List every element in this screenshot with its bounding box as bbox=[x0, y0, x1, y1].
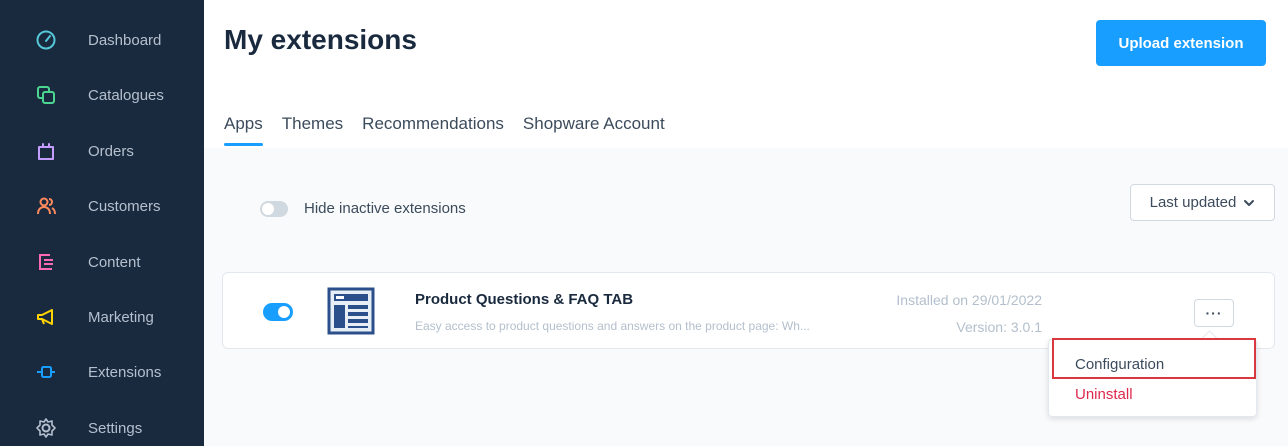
settings-icon bbox=[35, 417, 57, 439]
dashboard-icon bbox=[35, 29, 57, 51]
hide-inactive-switch[interactable] bbox=[260, 200, 288, 217]
sidebar-item-label: Marketing bbox=[88, 308, 154, 326]
tab-themes[interactable]: Themes bbox=[282, 114, 343, 146]
tab-bar: Apps Themes Recommendations Shopware Acc… bbox=[224, 114, 684, 148]
tab-apps[interactable]: Apps bbox=[224, 114, 263, 146]
chevron-down-icon bbox=[1243, 197, 1255, 209]
extension-active-switch[interactable] bbox=[263, 303, 293, 321]
upload-extension-button[interactable]: Upload extension bbox=[1096, 20, 1266, 66]
hide-inactive-label: Hide inactive extensions bbox=[304, 200, 466, 217]
sidebar-item-label: Settings bbox=[88, 419, 143, 437]
sidebar-item-orders[interactable]: Orders bbox=[0, 131, 204, 171]
orders-icon bbox=[35, 140, 57, 162]
sort-select-value: Last updated bbox=[1149, 194, 1237, 211]
catalogues-icon bbox=[35, 84, 57, 106]
sidebar-item-settings[interactable]: Settings bbox=[0, 408, 204, 446]
main-content: My extensions Upload extension Apps Them… bbox=[204, 0, 1288, 446]
sidebar: Dashboard Catalogues Orders Customers Co… bbox=[0, 0, 204, 446]
page-header: My extensions Upload extension Apps Them… bbox=[204, 0, 1288, 148]
hide-inactive-toggle-row: Hide inactive extensions bbox=[260, 200, 466, 217]
tab-recommendations[interactable]: Recommendations bbox=[362, 114, 504, 146]
context-menu-uninstall[interactable]: Uninstall bbox=[1075, 386, 1133, 403]
sidebar-item-marketing[interactable]: Marketing bbox=[0, 297, 204, 337]
sidebar-item-label: Extensions bbox=[88, 363, 162, 381]
extension-version: Version: 3.0.1 bbox=[956, 319, 1042, 335]
sidebar-item-dashboard[interactable]: Dashboard bbox=[0, 20, 204, 60]
more-actions-button[interactable]: ··· bbox=[1194, 299, 1234, 327]
extension-installed-date: Installed on 29/01/2022 bbox=[896, 292, 1042, 308]
extension-logo-icon bbox=[327, 287, 375, 335]
sidebar-item-customers[interactable]: Customers bbox=[0, 186, 204, 226]
page-title: My extensions bbox=[224, 24, 417, 55]
tab-shopware-account[interactable]: Shopware Account bbox=[523, 114, 665, 146]
extension-name: Product Questions & FAQ TAB bbox=[415, 291, 634, 308]
sidebar-item-label: Customers bbox=[88, 197, 161, 215]
customers-icon bbox=[35, 195, 57, 217]
sidebar-item-catalogues[interactable]: Catalogues bbox=[0, 75, 204, 115]
sidebar-item-extensions[interactable]: Extensions bbox=[0, 352, 204, 392]
content-icon bbox=[35, 251, 57, 273]
sort-select[interactable]: Last updated bbox=[1130, 184, 1275, 221]
sidebar-item-label: Content bbox=[88, 253, 141, 271]
marketing-icon bbox=[35, 306, 57, 328]
extension-description: Easy access to product questions and ans… bbox=[415, 319, 810, 333]
configuration-highlight-box bbox=[1052, 338, 1256, 379]
sidebar-item-label: Dashboard bbox=[88, 31, 162, 49]
extensions-icon bbox=[35, 361, 57, 383]
sidebar-item-content[interactable]: Content bbox=[0, 242, 204, 282]
sidebar-item-label: Orders bbox=[88, 142, 134, 160]
sidebar-item-label: Catalogues bbox=[88, 86, 164, 104]
